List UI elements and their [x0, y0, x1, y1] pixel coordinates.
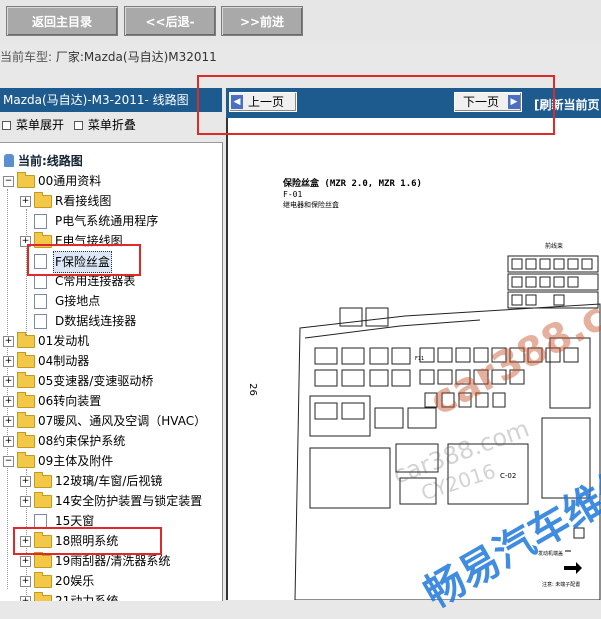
- tree-item-label: 01发动机: [38, 334, 90, 348]
- note-text: 注意: 未端子配置: [542, 581, 580, 588]
- tree-item-label: R看接线图: [55, 194, 112, 208]
- right-panel-toolbar: ◀ 上一页 下一页 ▶ [刷新当前页: [226, 88, 601, 118]
- tree-item-label: 15天窗: [55, 514, 95, 528]
- collapse-toggle-icon[interactable]: −: [3, 176, 14, 187]
- expand-toggle-icon[interactable]: +: [20, 536, 31, 547]
- expand-toggle-icon[interactable]: +: [20, 236, 31, 247]
- expand-toggle-icon[interactable]: +: [3, 336, 14, 347]
- folder-icon: [34, 572, 52, 588]
- current-vehicle: 当前车型: 厂家:Mazda(马自达)M32011: [0, 48, 217, 65]
- document-icon: [34, 254, 47, 269]
- tree-item-label: 19雨刮器/清洗器系统: [55, 554, 171, 568]
- folder-icon: [34, 192, 52, 208]
- refresh-page-link[interactable]: [刷新当前页: [534, 96, 600, 113]
- diagram-title: 保险丝盒 (MZR 2.0, MZR 1.6): [283, 179, 422, 189]
- tree-item-label: E电气接线图: [55, 234, 123, 248]
- next-page-button[interactable]: 下一页 ▶: [454, 92, 522, 112]
- document-icon: [34, 314, 47, 329]
- folder-icon: [17, 372, 35, 388]
- c02-label: C-02: [500, 472, 516, 480]
- expand-toggle-icon[interactable]: +: [3, 436, 14, 447]
- collapse-toggle-icon[interactable]: −: [3, 456, 14, 467]
- prev-page-label: 上一页: [248, 95, 285, 109]
- menu-controls: 菜单展开 菜单折叠: [2, 116, 142, 133]
- tree-item-label: C常用连接器表: [55, 274, 136, 288]
- document-icon: [34, 214, 47, 229]
- tree-item-label: 04制动器: [38, 354, 90, 368]
- folder-icon: [17, 452, 35, 468]
- tree-current-label: 当前:线路图: [18, 154, 83, 168]
- document-icon: [34, 294, 47, 309]
- tree-item-label: 12玻璃/车窗/后视镜: [55, 474, 163, 488]
- current-vehicle-label: 当前车型:: [0, 50, 53, 64]
- folder-icon: [34, 552, 52, 568]
- prev-page-button[interactable]: ◀ 上一页: [229, 92, 297, 112]
- folder-icon: [34, 472, 52, 488]
- forward-button[interactable]: >>前进: [221, 6, 303, 36]
- folder-icon: [17, 432, 35, 448]
- expand-toggle-icon[interactable]: +: [3, 376, 14, 387]
- expand-toggle-icon[interactable]: +: [3, 356, 14, 367]
- back-button[interactable]: <<后退-: [124, 6, 216, 36]
- expand-toggle-icon[interactable]: +: [3, 416, 14, 427]
- expand-toggle-icon[interactable]: +: [20, 576, 31, 587]
- folder-icon: [34, 532, 52, 548]
- fuse-box-diagram: 前线束 C-02 F11 发动机端盖 注意: 未端子配置: [294, 242, 601, 600]
- arrow-left-icon: ◀: [231, 95, 243, 109]
- tree-item-label: 20娱乐: [55, 574, 95, 588]
- tree-item-label: 05变速器/变速驱动桥: [38, 374, 154, 388]
- menu-collapse-label: 菜单折叠: [87, 118, 136, 132]
- collapse-icon: [73, 121, 83, 130]
- document-icon: [34, 274, 47, 289]
- expand-toggle-icon[interactable]: +: [20, 496, 31, 507]
- left-panel-title: Mazda(马自达)-M3-2011- 线路图: [0, 88, 222, 112]
- tree-item-label: 00通用资料: [38, 174, 102, 188]
- menu-expand-button[interactable]: 菜单展开: [2, 118, 64, 132]
- tree-item-label: 09主体及附件: [38, 454, 114, 468]
- expand-toggle-icon[interactable]: +: [20, 476, 31, 487]
- arrow-right-icon: ▶: [508, 95, 520, 109]
- folder-icon: [34, 592, 52, 601]
- folder-icon: [34, 492, 52, 508]
- tree-item-label: 14安全防护装置与锁定装置: [55, 494, 203, 508]
- top-toolbar: 返回主目录 <<后退- >>前进: [0, 0, 601, 44]
- note-right-label: 发动机端盖: [538, 550, 563, 557]
- document-icon: [34, 514, 47, 529]
- tree-item-label: 18照明系统: [55, 534, 119, 548]
- tree-item-label-selected: F保险丝盒: [53, 251, 112, 273]
- expand-icon: [2, 121, 11, 130]
- expand-toggle-icon[interactable]: +: [20, 596, 31, 601]
- tree-item-label: 08约束保护系统: [38, 434, 126, 448]
- expand-toggle-icon[interactable]: +: [20, 556, 31, 567]
- menu-expand-label: 菜单展开: [16, 118, 65, 132]
- tree-item-label: 06转向装置: [38, 394, 102, 408]
- page-number: 26: [246, 383, 258, 396]
- front-harness-label: 前线束: [545, 242, 563, 250]
- current-location-icon: [4, 154, 14, 167]
- folder-icon: [17, 172, 35, 188]
- folder-icon: [34, 232, 52, 248]
- tree-item-label: G接地点: [55, 294, 101, 308]
- expand-toggle-icon[interactable]: +: [20, 196, 31, 207]
- folder-icon: [17, 332, 35, 348]
- fuse-label-f11: F11: [415, 356, 424, 362]
- folder-icon: [17, 412, 35, 428]
- diagram-code: F-01: [283, 190, 303, 199]
- tree-item-label: P电气系统通用程序: [55, 214, 159, 228]
- tree-item-label: 07暖风、通风及空调（HVAC）: [38, 414, 207, 428]
- expand-toggle-icon[interactable]: +: [3, 396, 14, 407]
- tree-item-label: D数据线连接器: [55, 314, 137, 328]
- current-vehicle-value: 厂家:Mazda(马自达)M32011: [55, 50, 217, 64]
- tree-panel: 当前:线路图 − 00通用资料 + R看接线图 P电气系统通用程序 + E电气接…: [0, 142, 223, 601]
- next-page-label: 下一页: [463, 95, 500, 109]
- folder-icon: [17, 352, 35, 368]
- menu-collapse-button[interactable]: 菜单折叠: [73, 118, 136, 132]
- back-to-main-button[interactable]: 返回主目录: [6, 6, 118, 36]
- folder-icon: [17, 392, 35, 408]
